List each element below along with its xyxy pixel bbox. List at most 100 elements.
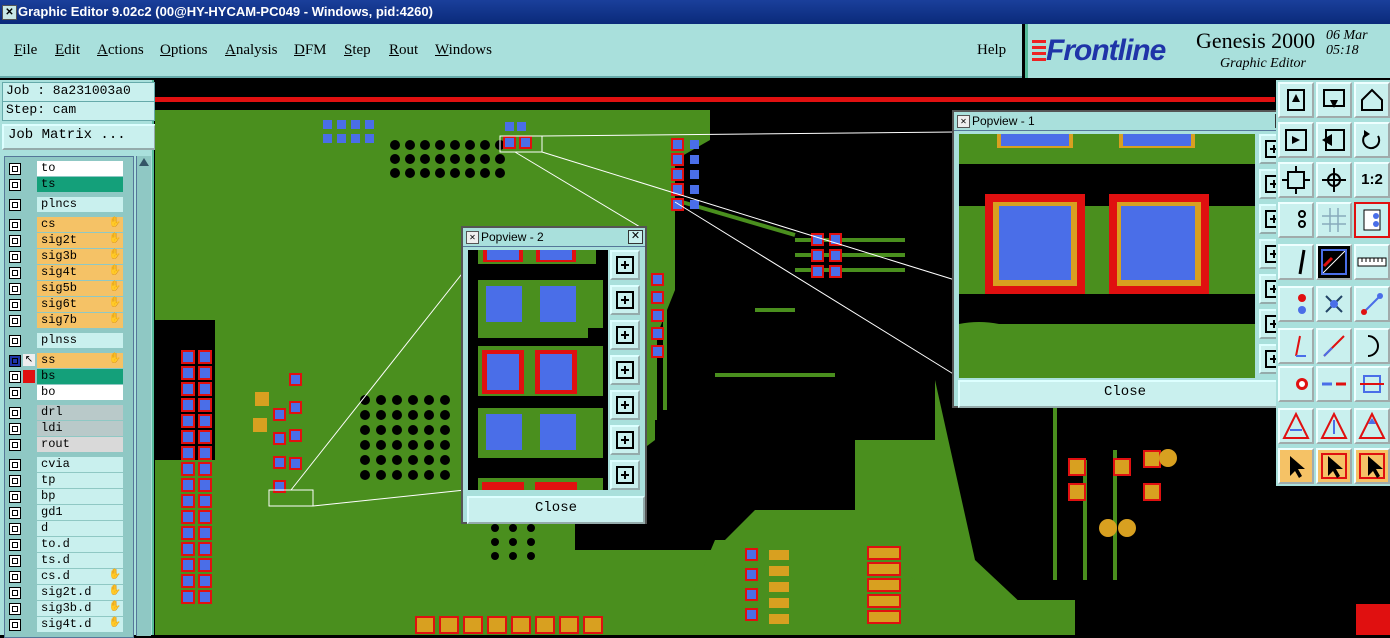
layer-checkbox[interactable] [9,387,21,399]
layer-checkbox[interactable] [9,267,21,279]
pan-left-icon[interactable] [1316,122,1352,158]
layer-checkbox[interactable] [9,199,21,211]
layer-row-to[interactable]: to [7,161,125,176]
layer-checkbox[interactable] [9,355,21,367]
layer-row-d[interactable]: d [7,521,125,536]
layer-checkbox[interactable] [9,507,21,519]
triangle-select-icon[interactable] [1278,408,1314,444]
layer-checkbox[interactable] [9,587,21,599]
popview-2-pan-right-icon[interactable] [610,390,640,420]
menu-edit[interactable]: Edit [55,42,80,59]
layer-checkbox[interactable] [9,459,21,471]
triangle-rotate-icon[interactable] [1354,408,1390,444]
layer-row-ldi[interactable]: ldi [7,421,125,436]
select-filter-icon[interactable] [1354,202,1390,238]
layer-row-cs[interactable]: cs ✋ [7,217,125,232]
ruler-icon[interactable] [1354,244,1390,280]
layer-checkbox[interactable] [9,475,21,487]
pan-right-icon[interactable] [1278,122,1314,158]
popview-2-zoom-view[interactable] [468,250,608,490]
layer-checkbox[interactable] [9,571,21,583]
layer-checkbox[interactable] [9,539,21,551]
pointer-select-icon[interactable] [1278,448,1314,484]
popview-2-zoom-window-icon[interactable] [610,250,640,280]
add-segment-icon[interactable] [1316,328,1352,364]
layer-checkbox[interactable] [9,491,21,503]
layer-checkbox[interactable] [9,335,21,347]
menu-help[interactable]: Help [977,42,1006,59]
layer-row-cvia[interactable]: cvia [7,457,125,472]
popview-1-titlebar[interactable]: ✕ Popview - 1 ✕ [954,112,1292,131]
layer-checkbox[interactable] [9,315,21,327]
menu-file[interactable]: File [14,42,37,59]
add-pad-icon[interactable] [1278,286,1314,322]
menu-windows[interactable]: Windows [435,42,492,59]
delete-cross-icon[interactable] [1316,286,1352,322]
layer-row-sig2t-d[interactable]: sig2t.d ✋ [7,585,125,600]
layer-row-sig3b[interactable]: sig3b ✋ [7,249,125,264]
add-surface-icon[interactable] [1278,366,1314,402]
popview-2-pan-left-icon[interactable] [610,355,640,385]
layer-row-sig4t-d[interactable]: sig4t.d ✋ [7,617,125,632]
layer-list-scrollbar[interactable] [136,156,151,636]
popview-2-zoom-up-icon[interactable] [610,285,640,315]
layer-checkbox[interactable] [9,299,21,311]
layer-checkbox[interactable] [9,179,21,191]
measure-icon[interactable] [1278,244,1314,280]
grid-icon[interactable] [1316,202,1352,238]
undo-arc-icon[interactable] [1354,328,1390,364]
layer-checkbox[interactable] [9,603,21,615]
layer-row-plncs[interactable]: plncs [7,197,125,212]
zoom-down-icon[interactable] [1316,82,1352,118]
layer-row-plnss[interactable]: plnss [7,333,125,348]
layer-row-bo[interactable]: bo [7,385,125,400]
layer-checkbox[interactable] [9,619,21,631]
layer-row-sig2t[interactable]: sig2t ✋ [7,233,125,248]
move-icon[interactable] [1316,162,1352,198]
pointer-box-icon[interactable] [1354,448,1390,484]
popview-1-close-button[interactable]: Close [958,380,1292,408]
app-icon[interactable]: ✕ [2,5,17,20]
popview-2-zoom-down-icon[interactable] [610,320,640,350]
layer-row-sig7b[interactable]: sig7b ✋ [7,313,125,328]
layer-checkbox[interactable] [9,423,21,435]
popview-1-window[interactable]: ✕ Popview - 1 ✕ Close [952,110,1294,408]
home-icon[interactable] [1354,82,1390,118]
close-icon[interactable]: ✕ [628,230,643,244]
layer-checkbox[interactable] [9,523,21,535]
layer-checkbox[interactable] [9,407,21,419]
popview-2-titlebar[interactable]: ✕ Popview - 2 ✕ [463,228,645,247]
rotate-icon[interactable] [1354,122,1390,158]
layer-checkbox[interactable] [9,163,21,175]
add-arc-icon[interactable] [1278,328,1314,364]
layer-row-to-d[interactable]: to.d [7,537,125,552]
menu-analysis[interactable]: Analysis [225,42,278,59]
layer-checkbox[interactable] [9,283,21,295]
zoom-home-icon[interactable] [1278,82,1314,118]
layer-checkbox[interactable] [9,235,21,247]
layer-row-tp[interactable]: tp [7,473,125,488]
popview-2-close-button[interactable]: Close [467,496,645,524]
add-line-icon[interactable] [1354,286,1390,322]
layer-row-sig6t[interactable]: sig6t ✋ [7,297,125,312]
pointer-highlight-icon[interactable] [1316,448,1352,484]
menu-actions[interactable]: Actions [97,42,144,59]
layer-checkbox[interactable] [9,371,21,383]
job-matrix-button[interactable]: Job Matrix ... [2,124,156,150]
popview-1-zoom-view[interactable] [959,134,1255,378]
scroll-up-icon[interactable] [139,158,149,166]
snap-icon[interactable] [1278,202,1314,238]
layer-row-sig5b[interactable]: sig5b ✋ [7,281,125,296]
layer-checkbox[interactable] [9,555,21,567]
layer-row-sig3b-d[interactable]: sig3b.d ✋ [7,601,125,616]
menu-options[interactable]: Options [160,42,208,59]
layer-row-ts-d[interactable]: ts.d [7,553,125,568]
layer-row-drl[interactable]: drl [7,405,125,420]
layer-row-ss[interactable]: ↖ ss ✋ [7,353,125,368]
layer-row-sig4t[interactable]: sig4t ✋ [7,265,125,280]
layer-row-bp[interactable]: bp [7,489,125,504]
layer-checkbox[interactable] [9,439,21,451]
split-line-icon[interactable] [1316,366,1352,402]
zoom-fit-icon[interactable] [1278,162,1314,198]
layer-row-bs[interactable]: bs [7,369,125,384]
